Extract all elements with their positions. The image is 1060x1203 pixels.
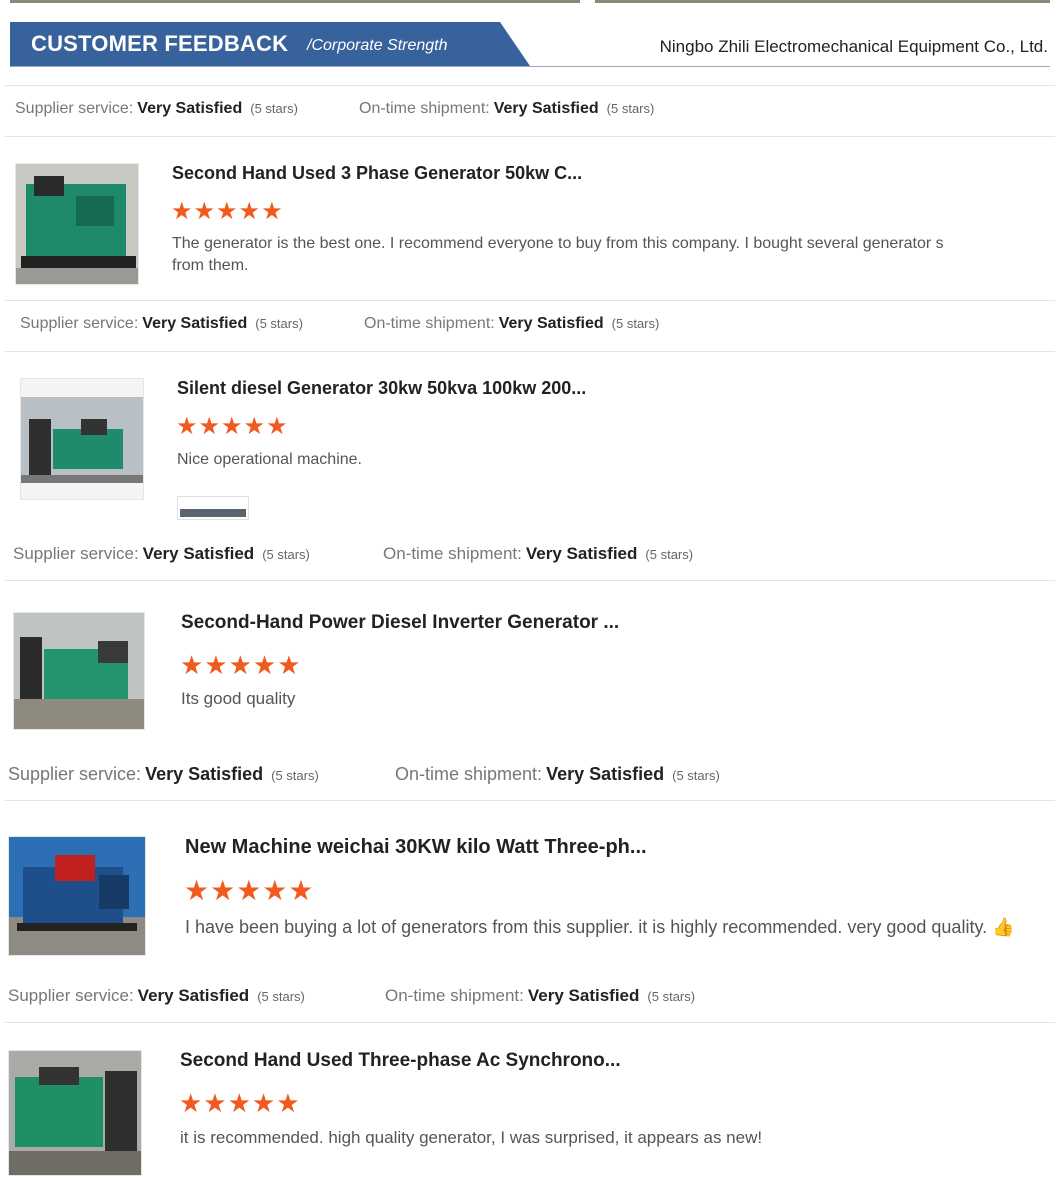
- supplier-service-value: Very Satisfied: [142, 315, 248, 332]
- product-thumbnail[interactable]: [20, 378, 144, 500]
- section-subtitle: /Corporate Strength: [307, 37, 448, 54]
- review-product-title[interactable]: New Machine weichai 30KW kilo Watt Three…: [185, 836, 647, 859]
- ontime-shipment-stars: (5 stars): [647, 989, 696, 1004]
- supplier-service-stars: (5 stars): [257, 989, 305, 1004]
- ontime-shipment-value: Very Satisfied: [493, 100, 599, 117]
- rating-summary-row: Supplier service: Very Satisfied (5 stars)…: [5, 300, 1055, 352]
- ontime-shipment-stars: (5 stars): [645, 547, 694, 562]
- review-star-rating: ★★★★★: [171, 198, 284, 225]
- ontime-shipment-value: Very Satisfied: [527, 986, 640, 1005]
- review-product-title[interactable]: Silent diesel Generator 30kw 50kva 100kw…: [177, 378, 586, 399]
- review-attachment-thumbnail[interactable]: [177, 496, 249, 520]
- generator-photo-icon: [9, 1051, 141, 1175]
- top-rule-left: [10, 0, 580, 3]
- review-star-rating: ★★★★★: [184, 875, 315, 906]
- review-product-title[interactable]: Second Hand Used 3 Phase Generator 50kw …: [172, 163, 582, 184]
- review-text: I have been buying a lot of generators f…: [185, 916, 1055, 938]
- section-header: CUSTOMER FEEDBACK /Corporate Strength Ni…: [10, 22, 1050, 68]
- supplier-service-value: Very Satisfied: [137, 100, 243, 117]
- ontime-shipment-label: On-time shipment:: [395, 764, 543, 784]
- ontime-shipment-label: On-time shipment:: [359, 100, 490, 117]
- supplier-service-label: Supplier service:: [8, 986, 134, 1005]
- rating-summary-row: Supplier service: Very Satisfied (5 stars)…: [5, 972, 1055, 1023]
- ontime-shipment-stars: (5 stars): [672, 768, 720, 783]
- supplier-service-label: Supplier service:: [20, 315, 139, 332]
- ontime-shipment-stars: (5 stars): [606, 101, 655, 116]
- top-rule-right: [595, 0, 1050, 3]
- review-item[interactable]: Second Hand Used 3 Phase Generator 50kw …: [15, 163, 1015, 313]
- review-text: Its good quality: [181, 689, 296, 708]
- supplier-service-value: Very Satisfied: [137, 986, 250, 1005]
- product-thumbnail[interactable]: [13, 612, 145, 730]
- supplier-service-label: Supplier service:: [13, 544, 139, 563]
- supplier-service-stars: (5 stars): [255, 316, 303, 331]
- supplier-service-value: Very Satisfied: [142, 544, 255, 563]
- thumbs-up-icon: 👍: [992, 917, 1015, 937]
- supplier-service-label: Supplier service:: [15, 100, 134, 117]
- ontime-shipment-value: Very Satisfied: [525, 544, 638, 563]
- review-star-rating: ★★★★★: [176, 413, 289, 440]
- supplier-service-stars: (5 stars): [262, 547, 310, 562]
- generator-photo-icon: [21, 379, 143, 499]
- ontime-shipment-stars: (5 stars): [611, 316, 660, 331]
- rating-summary-row: Supplier service: Very Satisfied (5 stars)…: [5, 750, 1055, 801]
- ontime-shipment-value: Very Satisfied: [498, 315, 604, 332]
- review-text: Nice operational machine.: [177, 451, 362, 468]
- ontime-shipment-label: On-time shipment:: [383, 544, 522, 563]
- review-text: The generator is the best one. I recomme…: [172, 235, 944, 274]
- review-star-rating: ★★★★★: [179, 1088, 301, 1118]
- product-thumbnail[interactable]: [15, 163, 139, 285]
- ontime-shipment-label: On-time shipment:: [364, 315, 495, 332]
- review-item[interactable]: Silent diesel Generator 30kw 50kva 100kw…: [20, 378, 1020, 528]
- review-product-title[interactable]: Second-Hand Power Diesel Inverter Genera…: [181, 612, 619, 634]
- generator-photo-icon: [9, 837, 145, 955]
- review-item[interactable]: New Machine weichai 30KW kilo Watt Three…: [8, 836, 1058, 986]
- section-title: CUSTOMER FEEDBACK: [31, 31, 289, 56]
- review-text: it is recommended. high quality generato…: [180, 1128, 763, 1147]
- review-text-body: I have been buying a lot of generators f…: [185, 917, 988, 937]
- product-thumbnail[interactable]: [8, 836, 146, 956]
- product-thumbnail[interactable]: [8, 1050, 142, 1176]
- ontime-shipment-label: On-time shipment:: [385, 986, 524, 1005]
- supplier-service-value: Very Satisfied: [145, 764, 264, 784]
- supplier-service-stars: (5 stars): [250, 101, 298, 116]
- supplier-service-stars: (5 stars): [271, 768, 319, 783]
- review-star-rating: ★★★★★: [180, 650, 302, 680]
- rating-summary-row: Supplier service: Very Satisfied (5 stars)…: [5, 85, 1055, 137]
- review-product-title[interactable]: Second Hand Used Three-phase Ac Synchron…: [180, 1050, 621, 1072]
- review-item[interactable]: Second Hand Used Three-phase Ac Synchron…: [8, 1050, 1008, 1200]
- review-item[interactable]: Second-Hand Power Diesel Inverter Genera…: [13, 612, 1013, 762]
- generator-photo-icon: [16, 164, 138, 284]
- generator-photo-icon: [14, 613, 144, 729]
- ontime-shipment-value: Very Satisfied: [546, 764, 665, 784]
- company-name: Ningbo Zhili Electromechanical Equipment…: [659, 37, 1048, 56]
- rating-summary-row: Supplier service: Very Satisfied (5 stars)…: [5, 530, 1055, 581]
- header-divider: [10, 66, 1050, 67]
- supplier-service-label: Supplier service:: [8, 764, 142, 784]
